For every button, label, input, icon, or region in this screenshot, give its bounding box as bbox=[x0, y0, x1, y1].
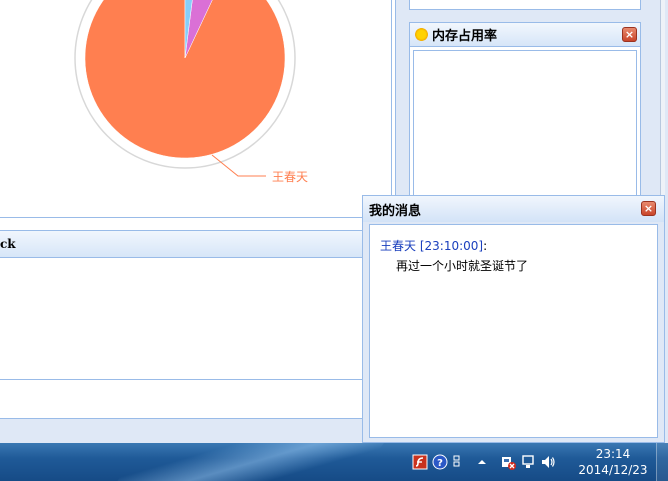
svg-text:?: ? bbox=[437, 458, 443, 469]
monitor-icon[interactable] bbox=[520, 454, 536, 470]
ck-panel-title: ck bbox=[0, 237, 16, 251]
network-error-icon[interactable] bbox=[500, 454, 516, 470]
taskbar: ? 23:14 2014/12/23 bbox=[0, 443, 668, 481]
help-icon[interactable]: ? bbox=[432, 454, 448, 470]
arrow-up-icon[interactable] bbox=[474, 454, 490, 470]
memory-panel-close-button[interactable]: × bbox=[622, 27, 637, 42]
pie-chart: 王春天 bbox=[74, 0, 308, 184]
memory-panel-title: 内存占用率 bbox=[432, 29, 498, 44]
message-colon: : bbox=[483, 239, 488, 253]
pie-label-leader bbox=[211, 154, 266, 177]
message-window-header[interactable]: 我的消息 bbox=[363, 196, 664, 222]
memory-panel: 内存占用率 × bbox=[409, 22, 641, 202]
chart-panel: 王春天 bbox=[0, 0, 392, 218]
message-window-title: 我的消息 bbox=[369, 203, 422, 219]
right-top-panel bbox=[409, 0, 641, 10]
show-desktop-button[interactable] bbox=[656, 443, 668, 481]
message-sender: 王春天 bbox=[380, 239, 417, 253]
memory-panel-body bbox=[413, 50, 637, 201]
volume-icon[interactable] bbox=[540, 454, 556, 470]
system-tray: ? bbox=[412, 443, 556, 481]
bottom-strip bbox=[0, 418, 392, 443]
taskbar-glow bbox=[108, 443, 392, 481]
memory-panel-header: 内存占用率 bbox=[410, 23, 640, 47]
ck-panel: ck bbox=[0, 230, 392, 380]
sun-icon bbox=[415, 28, 428, 41]
ck-panel-footer bbox=[0, 380, 392, 420]
flash-icon[interactable] bbox=[412, 454, 428, 470]
message-text: 再过一个小时就圣诞节了 bbox=[396, 259, 529, 273]
message-item: 王春天 [23:10:00]: 再过一个小时就圣诞节了 bbox=[380, 236, 647, 276]
message-time: [23:10:00] bbox=[419, 239, 484, 253]
message-list: 王春天 [23:10:00]: 再过一个小时就圣诞节了 bbox=[369, 224, 658, 438]
taskbar-clock[interactable]: 23:14 2014/12/23 bbox=[572, 446, 654, 478]
clock-time: 23:14 bbox=[595, 447, 631, 461]
tray-grid-icon[interactable] bbox=[452, 454, 462, 470]
message-window: 我的消息 × 王春天 [23:10:00]: 再过一个小时就圣诞节了 bbox=[362, 195, 665, 443]
clock-date: 2014/12/23 bbox=[578, 463, 648, 477]
ck-panel-header: ck bbox=[0, 231, 391, 258]
message-window-close-button[interactable]: × bbox=[641, 201, 656, 216]
pie-slice-label: 王春天 bbox=[272, 170, 308, 184]
